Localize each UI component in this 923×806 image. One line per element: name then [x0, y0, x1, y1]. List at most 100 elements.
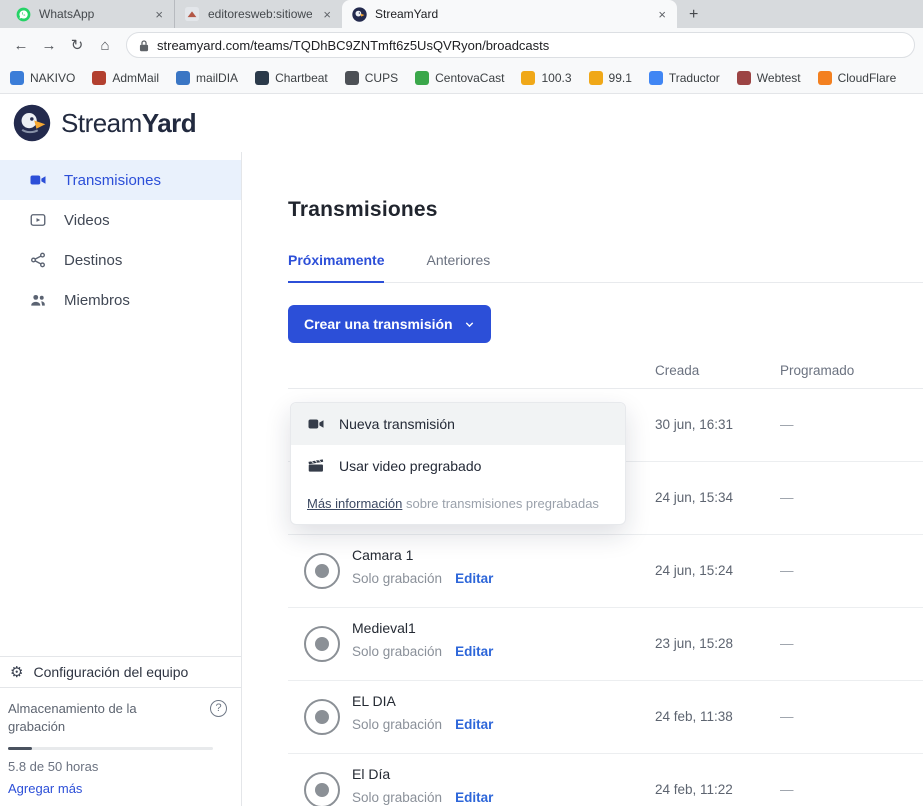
menu-item-label: Nueva transmisión — [339, 416, 455, 432]
storage-title: Almacenamiento de la grabación — [8, 700, 168, 736]
table-row[interactable]: Medieval1 Solo grabaciónEditar 23 jun, 1… — [288, 608, 923, 681]
back-icon[interactable]: ← — [8, 37, 34, 54]
created-cell: 24 feb, 11:38 — [655, 709, 733, 724]
record-icon — [304, 626, 340, 662]
broadcast-name: EL DIA — [352, 693, 396, 709]
bookmark-favicon-icon — [818, 71, 832, 85]
tab-proximamente[interactable]: Próximamente — [288, 252, 384, 283]
team-settings-button[interactable]: ⚙ Configuración del equipo — [0, 656, 241, 688]
home-icon[interactable]: ⌂ — [92, 37, 118, 54]
video-file-icon — [29, 211, 47, 229]
bookmark[interactable]: CentovaCast — [415, 71, 504, 85]
broadcast-subtitle: Solo grabación Editar — [352, 790, 493, 805]
created-cell: 23 jun, 15:28 — [655, 636, 733, 651]
column-header-created: Creada — [655, 363, 699, 378]
storage-usage: 5.8 de 50 horas — [8, 759, 227, 774]
scheduled-cell: — — [780, 563, 794, 578]
menu-item-video-pregrabado[interactable]: Usar video pregrabado — [291, 445, 625, 487]
bookmark[interactable]: Traductor — [649, 71, 720, 85]
streamyard-logo-icon — [13, 104, 51, 142]
edit-link[interactable]: Editar — [455, 717, 493, 732]
table-header: Creada Programado — [288, 361, 923, 389]
table-row[interactable]: El Día Solo grabación Editar 24 feb, 11:2… — [288, 754, 923, 806]
edit-link[interactable]: Editar — [455, 571, 493, 586]
bookmark[interactable]: 99.1 — [589, 71, 632, 85]
bookmark-favicon-icon — [521, 71, 535, 85]
main-content: Transmisiones Próximamente Anteriores Cr… — [242, 152, 923, 806]
create-dropdown-menu: Nueva transmisión Usar video pregrabado … — [290, 402, 626, 525]
app-title: StreamYard — [61, 108, 196, 139]
bookmarks-bar: NAKIVO AdmMail mailDIA Chartbeat CUPS — [0, 62, 923, 94]
clapperboard-icon — [307, 457, 325, 475]
sidebar-item-miembros[interactable]: Miembros — [0, 280, 241, 320]
bookmark[interactable]: mailDIA — [176, 71, 238, 85]
create-broadcast-button[interactable]: Crear una transmisión — [288, 305, 491, 343]
address-bar[interactable]: streamyard.com/teams/TQDhBC9ZNTmft6z5UsQ… — [126, 32, 915, 58]
bookmark-favicon-icon — [415, 71, 429, 85]
created-cell: 24 feb, 11:22 — [655, 782, 733, 797]
reload-icon[interactable]: ↻ — [64, 36, 90, 54]
video-camera-icon — [29, 171, 47, 189]
bookmark[interactable]: AdmMail — [92, 71, 159, 85]
storage-progress-bar — [8, 747, 213, 750]
bookmark-label: Webtest — [757, 71, 801, 85]
bookmark-label: Chartbeat — [275, 71, 328, 85]
scheduled-cell: — — [780, 709, 794, 724]
share-icon — [29, 251, 47, 269]
streamyard-favicon-icon — [352, 7, 367, 22]
edit-link[interactable]: Editar — [455, 790, 493, 805]
new-tab-button[interactable]: + — [689, 7, 698, 23]
broadcast-type: Solo grabación — [352, 717, 442, 732]
bookmark[interactable]: CloudFlare — [818, 71, 897, 85]
bookmark-label: CUPS — [365, 71, 398, 85]
dropdown-info: Más información sobre transmisiones preg… — [291, 487, 625, 524]
broadcast-name: El Día — [352, 766, 390, 782]
sidebar-item-videos[interactable]: Videos — [0, 200, 241, 240]
bookmark-label: NAKIVO — [30, 71, 75, 85]
bookmark[interactable]: NAKIVO — [10, 71, 75, 85]
bookmark[interactable]: Chartbeat — [255, 71, 328, 85]
close-icon[interactable]: × — [152, 7, 166, 22]
sidebar-item-transmisiones[interactable]: Transmisiones — [0, 160, 241, 200]
broadcast-type: Solo grabación — [352, 644, 442, 659]
bookmark-label: AdmMail — [112, 71, 159, 85]
video-camera-icon — [307, 415, 325, 433]
menu-item-nueva-transmision[interactable]: Nueva transmisión — [291, 403, 625, 445]
add-more-link[interactable]: Agregar más — [8, 781, 227, 796]
browser-tab-streamyard[interactable]: StreamYard × — [342, 0, 677, 28]
tab-anteriores[interactable]: Anteriores — [426, 252, 490, 282]
broadcast-subtitle: Solo grabaciónEditar — [352, 571, 493, 586]
bookmark-label: 99.1 — [609, 71, 632, 85]
table-row[interactable]: Camara 1 Solo grabaciónEditar 24 jun, 15… — [288, 535, 923, 608]
scheduled-cell: — — [780, 636, 794, 651]
bookmark-favicon-icon — [345, 71, 359, 85]
more-info-text: sobre transmisiones pregrabadas — [402, 496, 599, 511]
forward-icon[interactable]: → — [36, 37, 62, 54]
more-info-link[interactable]: Más información — [307, 496, 402, 511]
bookmark-favicon-icon — [176, 71, 190, 85]
scheduled-cell: — — [780, 417, 794, 432]
menu-item-label: Usar video pregrabado — [339, 458, 481, 474]
storage-progress-fill — [8, 747, 32, 750]
bookmark-label: mailDIA — [196, 71, 238, 85]
app-header: StreamYard — [0, 94, 923, 152]
close-icon[interactable]: × — [320, 7, 334, 22]
help-icon[interactable]: ? — [210, 700, 227, 717]
bookmark[interactable]: 100.3 — [521, 71, 571, 85]
edit-link[interactable]: Editar — [455, 644, 493, 659]
sidebar-item-label: Videos — [64, 212, 110, 229]
wordmark-bold: Yard — [142, 108, 196, 138]
broadcast-type: Solo grabación — [352, 790, 442, 805]
sidebar-item-destinos[interactable]: Destinos — [0, 240, 241, 280]
broadcast-subtitle: Solo grabación Editar — [352, 644, 493, 659]
sidebar: Transmisiones Videos Destinos Miembros ⚙… — [0, 152, 242, 806]
bookmark[interactable]: CUPS — [345, 71, 398, 85]
sidebar-item-label: Transmisiones — [64, 172, 161, 189]
tab-title: editoresweb:sitioweb:eldia.co — [208, 7, 312, 21]
browser-tab-eldia[interactable]: editoresweb:sitioweb:eldia.co × — [174, 0, 342, 28]
bookmark[interactable]: Webtest — [737, 71, 801, 85]
bookmark-label: CloudFlare — [838, 71, 897, 85]
close-icon[interactable]: × — [655, 7, 669, 22]
browser-tab-whatsapp[interactable]: WhatsApp × — [6, 0, 174, 28]
table-row[interactable]: EL DIA Solo grabación Editar 24 feb, 11:3… — [288, 681, 923, 754]
